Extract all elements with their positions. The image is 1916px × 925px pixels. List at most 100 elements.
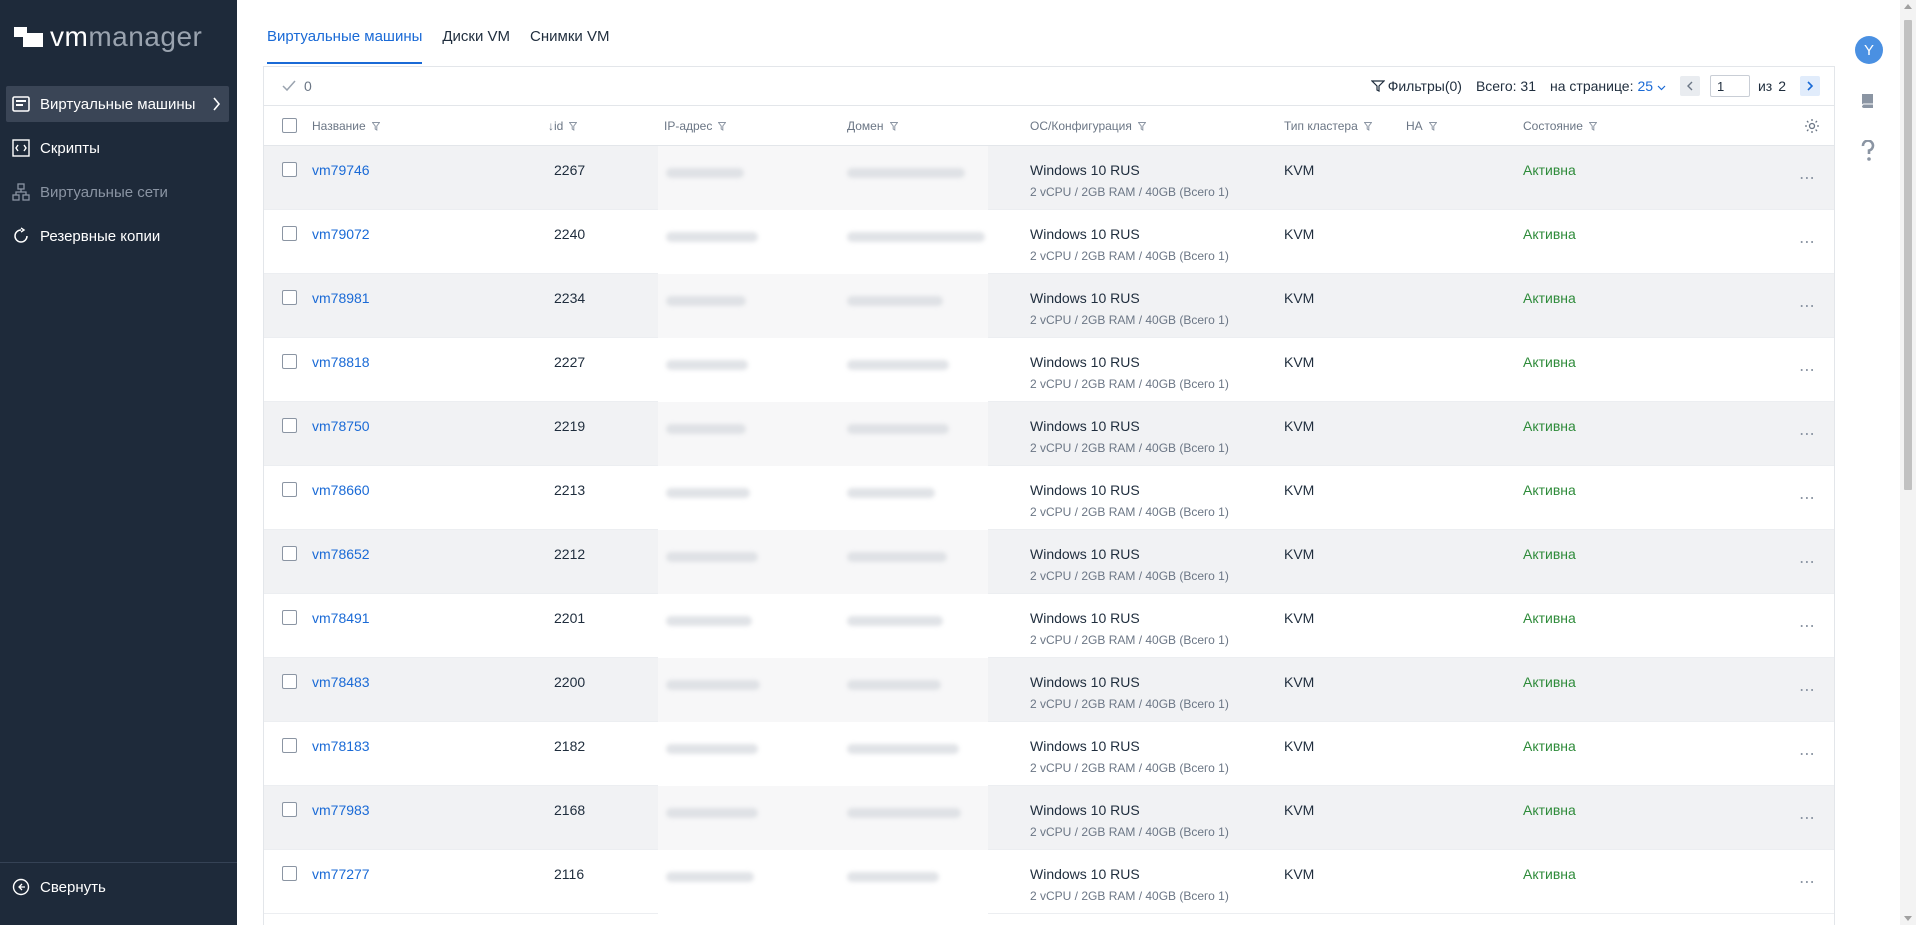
column-header-state[interactable]: Состояние (1523, 119, 1597, 133)
row-checkbox[interactable] (282, 162, 297, 177)
row-menu-icon[interactable]: ⋯ (1799, 680, 1816, 700)
row-menu-icon[interactable]: ⋯ (1799, 552, 1816, 572)
scroll-up-arrow-icon[interactable] (1904, 4, 1912, 9)
per-page-value[interactable]: 25 (1637, 78, 1653, 94)
filter-icon (1370, 80, 1385, 92)
table-row[interactable]: vm77277 2116 Windows 10 RUS 2 vCPU / 2GB RA… (264, 850, 1834, 914)
avatar[interactable]: Y (1855, 36, 1883, 64)
scrollbar[interactable] (1900, 0, 1916, 925)
vm-name-link[interactable]: vm77983 (312, 802, 370, 818)
table-row[interactable]: vm79072 2240 Windows 10 RUS 2 vCPU / 2GB RA… (264, 210, 1834, 274)
row-menu-icon[interactable]: ⋯ (1799, 360, 1816, 380)
row-menu-icon[interactable]: ⋯ (1799, 168, 1816, 188)
collapse-button[interactable]: Свернуть (6, 873, 106, 901)
tab-virtual-machines[interactable]: Виртуальные машины (267, 0, 423, 64)
filter-icon[interactable] (1428, 121, 1437, 131)
settings-gear-icon[interactable] (1804, 118, 1820, 134)
column-header-os[interactable]: ОС/Конфигурация (1030, 119, 1146, 133)
page-input[interactable] (1709, 75, 1750, 97)
vm-name-link[interactable]: vm78660 (312, 482, 370, 498)
help-icon[interactable] (1859, 140, 1877, 162)
filters-button[interactable]: Фильтры(0) (1370, 78, 1462, 94)
tab-vm-snapshots[interactable]: Снимки VM (530, 0, 609, 64)
row-checkbox[interactable] (282, 802, 297, 817)
row-checkbox[interactable] (282, 546, 297, 561)
vm-name-link[interactable]: vm79746 (312, 162, 370, 178)
row-menu-icon[interactable]: ⋯ (1799, 488, 1816, 508)
filter-icon[interactable] (371, 121, 380, 131)
filter-icon[interactable] (569, 121, 578, 131)
row-menu-icon[interactable]: ⋯ (1799, 872, 1816, 892)
filter-icon[interactable] (718, 121, 727, 131)
redacted-ip (666, 680, 760, 690)
select-all-checkbox[interactable] (282, 118, 297, 133)
vm-name-link[interactable]: vm79072 (312, 226, 370, 242)
row-checkbox[interactable] (282, 226, 297, 241)
sidebar-item-scripts[interactable]: Скрипты (6, 130, 229, 166)
redacted-ip (666, 296, 746, 306)
scrollbar-thumb[interactable] (1904, 20, 1912, 490)
row-checkbox[interactable] (282, 354, 297, 369)
column-header-domain[interactable]: Домен (847, 119, 898, 133)
redacted-area (658, 402, 988, 466)
row-checkbox[interactable] (282, 674, 297, 689)
column-header-ha[interactable]: HA (1406, 119, 1437, 133)
redacted-domain (847, 744, 959, 754)
vm-name-link[interactable]: vm78183 (312, 738, 370, 754)
table-row[interactable]: vm77983 2168 Windows 10 RUS 2 vCPU / 2GB RA… (264, 786, 1834, 850)
main-content: Виртуальные машины Диски VM Снимки VM 0 … (237, 0, 1837, 925)
column-header-cluster[interactable]: Тип кластера (1284, 119, 1372, 133)
column-header-ip[interactable]: IP-адрес (664, 119, 727, 133)
row-checkbox[interactable] (282, 482, 297, 497)
filter-icon[interactable] (1137, 121, 1146, 131)
filter-icon[interactable] (1363, 121, 1372, 131)
row-checkbox[interactable] (282, 866, 297, 881)
prev-page-button[interactable] (1679, 76, 1700, 96)
column-header-id[interactable]: ↓ id (548, 119, 578, 133)
table-row[interactable]: vm78818 2227 Windows 10 RUS 2 vCPU / 2GB RA… (264, 338, 1834, 402)
row-checkbox[interactable] (282, 290, 297, 305)
os-config: 2 vCPU / 2GB RAM / 40GB (Всего 1) (1030, 313, 1229, 327)
sidebar-item-virtual-networks[interactable]: Виртуальные сети (6, 174, 229, 210)
table-row[interactable]: vm78660 2213 Windows 10 RUS 2 vCPU / 2GB RA… (264, 466, 1834, 530)
tab-vm-disks[interactable]: Диски VM (442, 0, 510, 64)
sidebar-item-virtual-machines[interactable]: Виртуальные машины (6, 86, 229, 122)
table-row[interactable]: vm78750 2219 Windows 10 RUS 2 vCPU / 2GB RA… (264, 402, 1834, 466)
row-menu-icon[interactable]: ⋯ (1799, 616, 1816, 636)
table-row[interactable]: vm78652 2212 Windows 10 RUS 2 vCPU / 2GB RA… (264, 530, 1834, 594)
status-badge: Активна (1523, 738, 1576, 754)
row-menu-icon[interactable]: ⋯ (1799, 808, 1816, 828)
redacted-area (658, 658, 988, 722)
redacted-domain (847, 360, 949, 370)
os-name: Windows 10 RUS (1030, 674, 1140, 690)
table-row[interactable]: vm78981 2234 Windows 10 RUS 2 vCPU / 2GB RA… (264, 274, 1834, 338)
column-header-name[interactable]: Название (312, 119, 380, 133)
row-checkbox[interactable] (282, 418, 297, 433)
per-page[interactable]: на странице: 25 (1550, 78, 1666, 94)
row-checkbox[interactable] (282, 610, 297, 625)
sidebar-item-backups[interactable]: Резервные копии (6, 218, 229, 254)
filter-icon[interactable] (1588, 121, 1597, 131)
table-row[interactable]: vm78491 2201 Windows 10 RUS 2 vCPU / 2GB RA… (264, 594, 1834, 658)
next-page-button[interactable] (1800, 76, 1820, 96)
os-config: 2 vCPU / 2GB RAM / 40GB (Всего 1) (1030, 441, 1229, 455)
vm-name-link[interactable]: vm78483 (312, 674, 370, 690)
vm-name-link[interactable]: vm78750 (312, 418, 370, 434)
logo[interactable]: vmmanager (14, 20, 202, 54)
row-checkbox[interactable] (282, 738, 297, 753)
scroll-down-arrow-icon[interactable] (1904, 916, 1912, 921)
row-menu-icon[interactable]: ⋯ (1799, 296, 1816, 316)
table-row[interactable]: vm79746 2267 Windows 10 RUS 2 vCPU / 2GB RA… (264, 146, 1834, 210)
row-menu-icon[interactable]: ⋯ (1799, 232, 1816, 252)
vm-name-link[interactable]: vm77277 (312, 866, 370, 882)
book-icon[interactable] (1859, 92, 1877, 110)
vm-name-link[interactable]: vm78981 (312, 290, 370, 306)
row-menu-icon[interactable]: ⋯ (1799, 744, 1816, 764)
vm-name-link[interactable]: vm78818 (312, 354, 370, 370)
row-menu-icon[interactable]: ⋯ (1799, 424, 1816, 444)
table-row[interactable]: vm78483 2200 Windows 10 RUS 2 vCPU / 2GB RA… (264, 658, 1834, 722)
filter-icon[interactable] (889, 121, 898, 131)
vm-name-link[interactable]: vm78491 (312, 610, 370, 626)
vm-name-link[interactable]: vm78652 (312, 546, 370, 562)
table-row[interactable]: vm78183 2182 Windows 10 RUS 2 vCPU / 2GB RA… (264, 722, 1834, 786)
